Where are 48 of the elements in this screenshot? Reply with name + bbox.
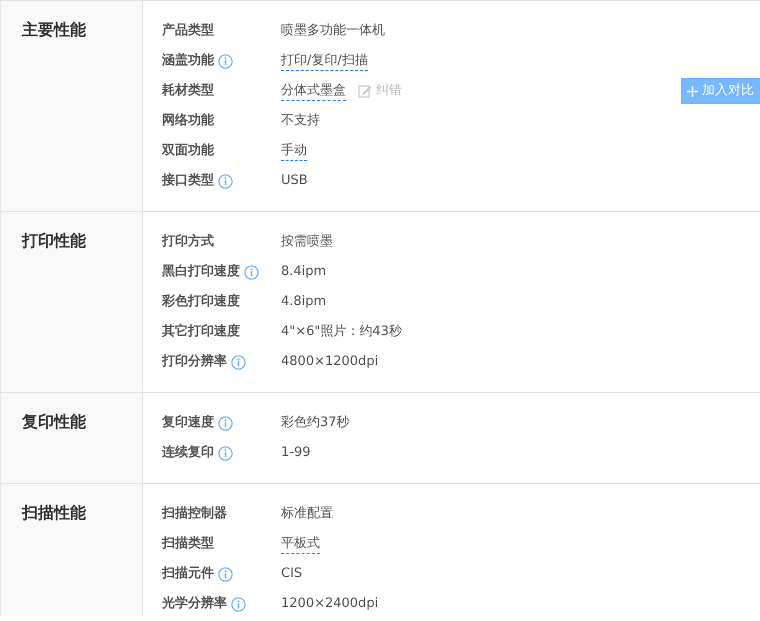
spec-label: 产品类型 [162, 22, 214, 40]
section-title: 复印性能 [22, 411, 86, 433]
spec-label: 双面功能 [162, 142, 214, 160]
spec-label: 彩色打印速度 [162, 292, 240, 312]
spec-value: 8.4ipm [281, 263, 326, 282]
spec-value: 不支持 [281, 112, 320, 130]
spec-label: 扫描元件 [162, 565, 214, 584]
spec-value: USB [281, 172, 308, 190]
spec-label: 复印速度 [162, 414, 214, 432]
info-icon[interactable] [218, 416, 233, 430]
spec-value: 喷墨多功能一体机 [281, 22, 385, 40]
spec-label: 扫描类型 [162, 535, 214, 554]
spec-label: 打印方式 [162, 232, 214, 252]
edit-icon [358, 84, 372, 98]
info-icon[interactable] [218, 566, 233, 582]
info-icon[interactable] [218, 174, 233, 188]
plus-icon [687, 86, 698, 96]
info-icon[interactable] [244, 264, 259, 280]
spec-label: 扫描控制器 [162, 505, 227, 524]
info-icon[interactable] [218, 446, 233, 460]
info-icon[interactable] [231, 596, 246, 612]
section-title: 主要性能 [22, 19, 86, 41]
spec-value: 标准配置 [281, 505, 333, 524]
spec-label: 黑白打印速度 [162, 262, 240, 282]
spec-value: 按需喷墨 [281, 233, 333, 252]
spec-value: 4.8ipm [281, 293, 326, 312]
spec-label: 其它打印速度 [162, 322, 240, 342]
spec-value: 1-99 [281, 444, 311, 462]
section-title: 扫描性能 [22, 502, 86, 524]
spec-label: 接口类型 [162, 172, 214, 190]
spec-value-link[interactable]: 平板式 [281, 534, 320, 554]
spec-value-link[interactable]: 分体式墨盒 [281, 80, 346, 102]
spec-label: 涵盖功能 [162, 52, 214, 70]
spec-label: 网络功能 [162, 112, 214, 130]
spec-value: 4"×6"照片：约43秒 [281, 323, 402, 342]
spec-label: 光学分辨率 [162, 594, 227, 614]
spec-value: CIS [281, 565, 302, 584]
spec-label: 连续复印 [162, 444, 214, 462]
info-icon[interactable] [231, 354, 246, 370]
spec-value-link[interactable]: 打印/复印/扫描 [281, 50, 368, 72]
spec-value: 彩色约37秒 [281, 414, 350, 432]
spec-label: 耗材类型 [162, 82, 214, 100]
spec-label: 打印分辨率 [162, 352, 227, 372]
info-icon[interactable] [218, 54, 233, 68]
spec-value-link[interactable]: 手动 [281, 140, 307, 162]
section-title: 打印性能 [22, 230, 86, 252]
spec-value: 4800×1200dpi [281, 353, 378, 372]
spec-value: 1200×2400dpi [281, 595, 378, 614]
